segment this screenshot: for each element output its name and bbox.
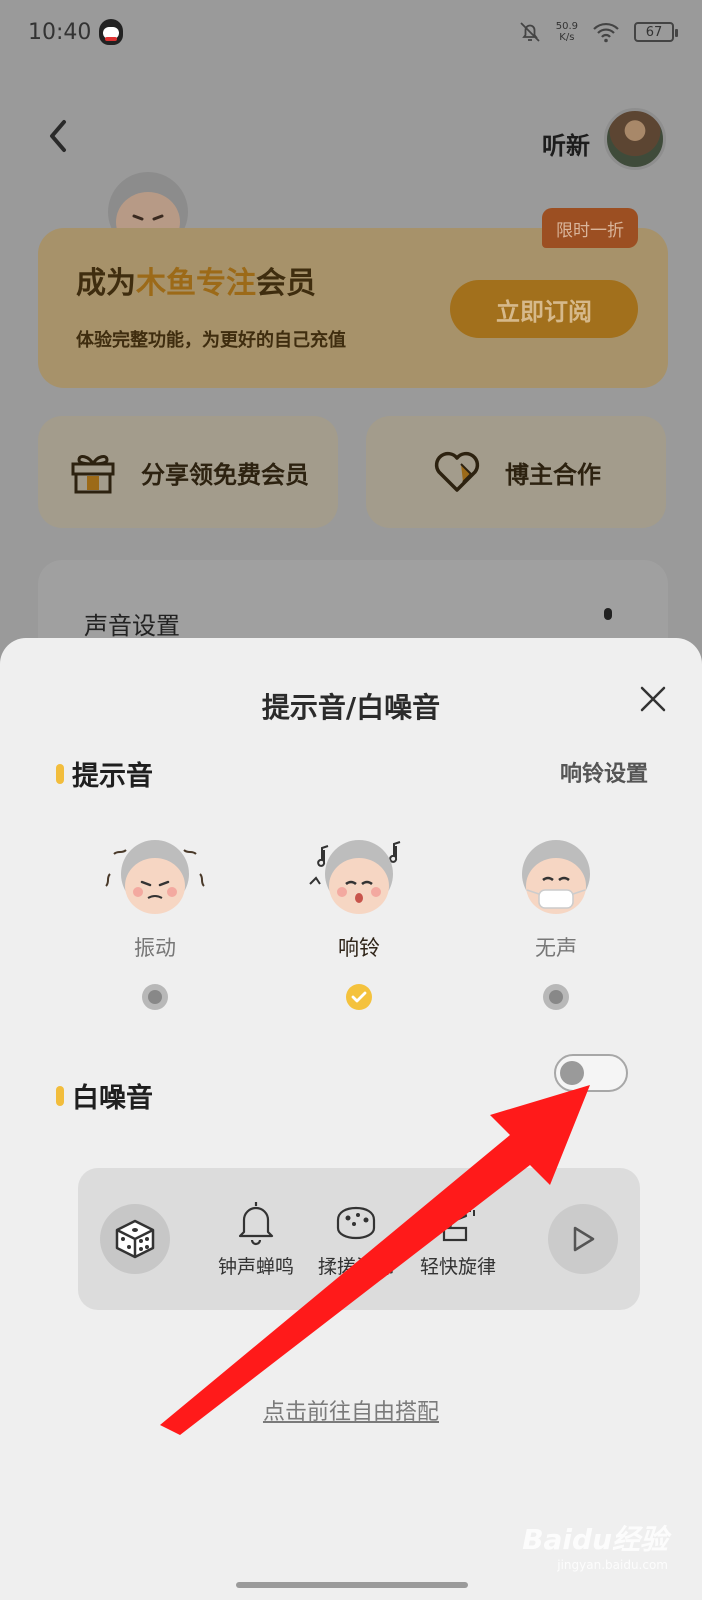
play-icon <box>573 1226 595 1252</box>
coop-label: 博主合作 <box>505 460 601 489</box>
sound-picker-panel: 钟声蝉鸣 揉搓海绵 轻快旋律 <box>78 1168 640 1310</box>
mode-ring-label: 响铃 <box>338 936 380 960</box>
sound-settings-label: 声音设置 <box>84 612 180 640</box>
play-button[interactable] <box>548 1204 618 1274</box>
sound-bell-label: 钟声蝉鸣 <box>217 1256 294 1278</box>
mode-vibrate-label: 振动 <box>134 936 176 960</box>
silent-mascot-icon <box>522 840 590 914</box>
section-marker <box>56 1085 64 1106</box>
back-arrow-icon[interactable] <box>40 114 76 158</box>
vibrate-mascot-icon <box>105 840 205 914</box>
subscribe-button[interactable]: 立即订阅 <box>450 280 638 338</box>
random-sound-button[interactable] <box>100 1204 170 1274</box>
mode-ring[interactable]: 响铃 <box>299 834 419 1010</box>
white-noise-toggle[interactable] <box>554 1054 628 1092</box>
watermark-brand: Baidu经验 <box>522 1523 668 1556</box>
gesture-bar[interactable] <box>236 1582 468 1588</box>
share-free-membership-button[interactable]: 分享领免费会员 <box>38 416 338 528</box>
discount-tag: 限时一折 <box>542 208 638 248</box>
chevron-right-icon <box>604 608 612 620</box>
close-icon[interactable] <box>638 684 668 714</box>
membership-description: 体验完整功能，为更好的自己充值 <box>76 330 346 351</box>
free-mix-link[interactable]: 点击前往自由搭配 <box>0 1394 702 1426</box>
status-time: 10:40 <box>28 19 92 45</box>
sound-sponge-label: 揉搓海绵 <box>317 1256 394 1278</box>
membership-title: 成为木鱼专注会员 <box>76 258 316 302</box>
tone-section-title: 提示音 <box>72 761 153 792</box>
mode-silent-radio[interactable] <box>543 984 569 1010</box>
avatar[interactable] <box>604 108 666 170</box>
sound-bell-cicada[interactable]: 钟声蝉鸣 <box>208 1198 304 1279</box>
network-speed-unit: K/s <box>559 32 575 43</box>
sheet-title: 提示音/白噪音 <box>261 691 441 724</box>
sound-light-melody[interactable]: 轻快旋律 <box>410 1198 506 1279</box>
mode-silent[interactable]: 无声 <box>496 834 616 1010</box>
watermark-url: jingyan.baidu.com <box>557 1558 668 1572</box>
bell-off-icon <box>520 22 540 42</box>
tone-section-header: 提示音 <box>56 754 153 793</box>
tone-noise-bottom-sheet: 提示音/白噪音 提示音 响铃设置 振动 响铃 无声 白噪音 钟声蝉鸣 揉搓海绵 … <box>0 638 702 1600</box>
bell-icon <box>238 1202 274 1246</box>
sponge-icon <box>336 1206 376 1240</box>
battery-indicator: 67 <box>634 22 678 42</box>
noise-section-title: 白噪音 <box>72 1083 153 1114</box>
sound-melody-label: 轻快旋律 <box>419 1256 496 1278</box>
baidu-watermark: Baidu经验 jingyan.baidu.com <box>522 1518 668 1572</box>
gramophone-icon <box>442 1206 475 1242</box>
membership-card[interactable]: 限时一折 成为木鱼专注会员 体验完整功能，为更好的自己充值 立即订阅 <box>38 208 668 388</box>
wifi-icon <box>593 22 619 43</box>
status-right: 50.9 K/s 67 <box>518 20 678 44</box>
checkmark-icon <box>351 991 367 1003</box>
radio-dot <box>549 990 563 1004</box>
username[interactable]: 听新 <box>542 126 590 161</box>
dice-icon <box>115 1219 155 1259</box>
mode-ring-radio[interactable] <box>346 984 372 1010</box>
status-bar: 10:40 50.9 K/s 67 <box>0 0 702 64</box>
qq-notification-icon <box>99 19 124 45</box>
handshake-heart-icon <box>434 451 480 492</box>
toggle-knob <box>560 1061 584 1085</box>
membership-title-suffix: 会员 <box>256 266 316 301</box>
battery-level: 67 <box>645 24 663 40</box>
blogger-cooperation-button[interactable]: 博主合作 <box>366 416 666 528</box>
status-left: 10:40 <box>28 19 124 45</box>
radio-dot <box>148 990 162 1004</box>
mode-silent-label: 无声 <box>535 936 577 960</box>
membership-title-highlight: 木鱼专注 <box>136 266 256 301</box>
ring-mascot-icon <box>309 840 401 914</box>
membership-title-prefix: 成为 <box>76 266 136 301</box>
mode-vibrate[interactable]: 振动 <box>95 834 215 1010</box>
mode-vibrate-radio[interactable] <box>142 984 168 1010</box>
gift-icon <box>71 455 115 494</box>
noise-section-header: 白噪音 <box>56 1076 153 1115</box>
section-marker <box>56 763 64 784</box>
network-speed-value: 50.9 <box>555 21 578 32</box>
ring-settings-link[interactable]: 响铃设置 <box>560 756 648 788</box>
share-label: 分享领免费会员 <box>141 460 309 489</box>
network-speed: 50.9 K/s <box>556 21 578 43</box>
sound-sponge[interactable]: 揉搓海绵 <box>308 1198 404 1279</box>
